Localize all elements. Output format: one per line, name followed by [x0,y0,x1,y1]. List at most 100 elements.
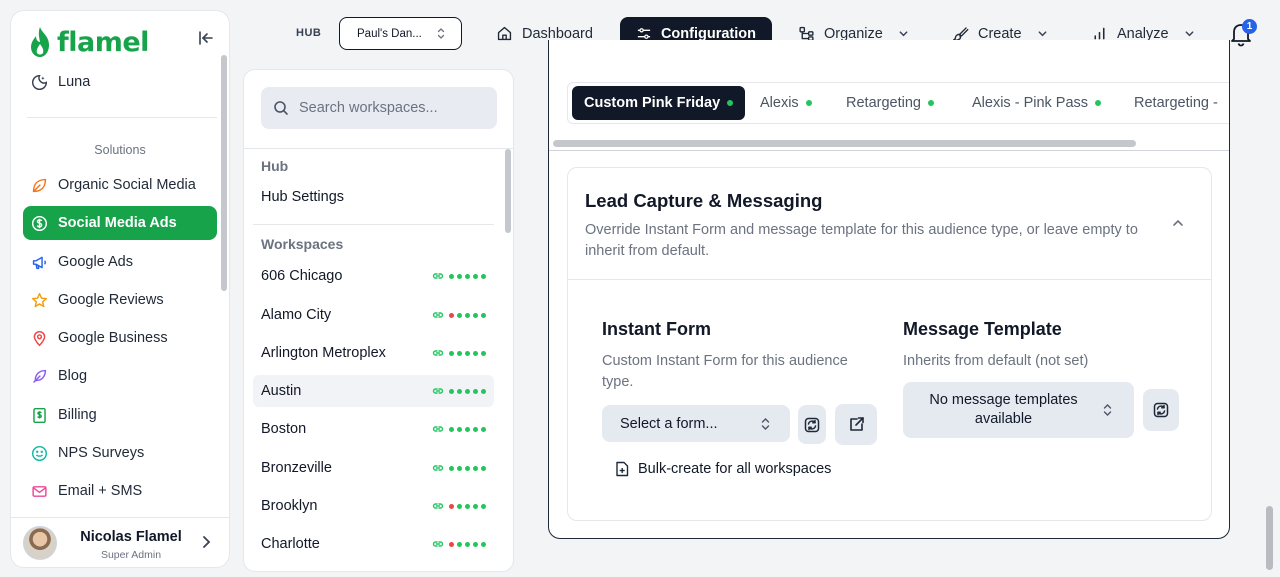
tabs-scrollbar[interactable] [553,140,1136,147]
sidebar-item-organic-social-media[interactable]: Organic Social Media [23,168,217,202]
moon-icon [31,74,48,90]
sidebar-item-google-business[interactable]: Google Business [23,321,217,355]
refresh-templates-button[interactable] [1143,389,1179,431]
select-value: Select a form... [620,415,718,432]
tab-custom-pink-friday[interactable]: Custom Pink Friday [572,86,746,120]
workspace-status [432,386,486,396]
workspace-search[interactable] [261,87,497,129]
instant-form-select[interactable]: Select a form... [602,405,790,442]
sidebar-item-blog[interactable]: Blog [23,359,217,393]
workspace-panel: Hub Hub Settings Workspaces 606 Chicago A… [243,69,514,572]
message-template-select[interactable]: No message templates available [903,382,1134,438]
status-dot-ok [465,350,470,356]
sidebar-divider [27,117,217,118]
workspace-status [432,463,486,473]
sidebar: flamel Luna Solutions Organic Social Med… [10,10,230,568]
megaphone-icon [32,256,46,269]
dollar-circle-icon [31,215,48,231]
status-dot-ok [457,273,462,279]
bulk-create-button[interactable]: Bulk-create for all workspaces [615,461,831,477]
chevron-up-icon[interactable] [1171,216,1185,230]
workspace-row[interactable]: Austin [253,375,494,407]
sidebar-item-social-media-ads[interactable]: Social Media Ads [23,206,217,240]
tab-alexis-pink-pass[interactable]: Alexis - Pink Pass [960,86,1113,120]
link-icon [432,503,444,509]
status-dot-error [449,312,454,318]
tab-retargeting-2[interactable]: Retargeting - [1122,86,1229,120]
sidebar-item-label: Luna [58,74,91,90]
workspace-row[interactable]: Arlington Metroplex [253,337,494,369]
star-icon [31,292,48,307]
workspace-row[interactable]: Charlotte [253,528,494,560]
notification-badge: 1 [1242,19,1257,34]
tab-retargeting[interactable]: Retargeting [834,86,946,120]
avatar [23,526,57,560]
message-template-title: Message Template [903,319,1062,339]
workspace-name: Charlotte [261,536,320,552]
workspace-row[interactable]: Brooklyn [253,490,494,522]
status-dot-ok [473,350,478,356]
open-form-external-button[interactable] [835,404,877,445]
status-dot-ok [473,541,478,547]
billing-icon [33,407,46,423]
tab-label: Retargeting [846,95,921,111]
status-dot-ok [457,541,462,547]
sidebar-scrollbar[interactable] [221,55,227,291]
tab-label: Retargeting - [1134,95,1218,111]
lead-capture-section: Lead Capture & Messaging Override Instan… [567,167,1212,521]
tab-alexis[interactable]: Alexis [748,86,824,120]
workspace-name: Boston [261,421,307,437]
page-scrollbar[interactable] [1266,506,1273,570]
tab-label: Alexis [760,95,799,111]
workspace-row[interactable]: 606 Chicago [253,260,494,292]
workspace-search-input[interactable] [299,100,479,116]
smiley-icon [31,445,48,461]
hub-settings-link[interactable]: Hub Settings [261,189,344,205]
status-dot-ok [473,426,478,432]
message-template-description: Inherits from default (not set) [903,353,1089,369]
user-profile-menu[interactable]: Nicolas Flamel Super Admin [11,517,229,567]
sidebar-item-google-ads[interactable]: Google Ads [23,245,217,279]
status-dot-ok [449,426,454,432]
refresh-icon [804,417,820,432]
leaf-icon [32,178,47,192]
status-dot-ok [449,273,454,279]
refresh-forms-button[interactable] [798,405,826,444]
chevron-right-icon [203,536,211,548]
status-dot-ok [457,312,462,318]
status-dot [1095,100,1102,106]
collapse-sidebar-button[interactable] [195,27,217,49]
sidebar-item-billing[interactable]: Billing [23,398,217,432]
sidebar-item-google-reviews[interactable]: Google Reviews [23,283,217,317]
sidebar-item-label: Google Reviews [58,292,164,308]
workspace-row[interactable]: Bronzeville [253,452,494,484]
sidebar-item-email-sms[interactable]: Email + SMS [23,474,217,508]
feather-icon [33,369,47,383]
workspace-name: Arlington Metroplex [261,345,386,361]
link-icon [432,312,444,318]
workspace-scrollbar[interactable] [505,149,511,233]
sidebar-item-label: Billing [58,407,97,423]
status-dot-ok [473,503,478,509]
divider [253,224,494,225]
status-dot-ok [465,503,470,509]
status-dot-ok [465,312,470,318]
workspace-name: Alamo City [261,307,332,323]
sidebar-item-nps-surveys[interactable]: NPS Surveys [23,436,217,470]
workspace-row[interactable]: Alamo City [253,299,494,331]
divider [568,279,1211,280]
brand-logo[interactable]: flamel [27,19,149,65]
status-dot-ok [449,350,454,356]
sidebar-item-luna[interactable]: Luna [23,65,217,99]
hub-select[interactable]: Paul's Dan... [339,17,462,50]
sidebar-item-label: Google Business [58,330,168,346]
collapse-left-icon [199,31,213,45]
chevron-down-icon [899,31,908,37]
workspace-row[interactable]: Boston [253,413,494,445]
sidebar-item-label: Social Media Ads [58,215,177,231]
status-dot-ok [457,465,462,471]
refresh-icon [1153,402,1169,418]
chevron-up-down-icon [761,418,770,430]
select-value: No message templates available [929,392,1078,427]
file-plus-icon [616,461,629,477]
